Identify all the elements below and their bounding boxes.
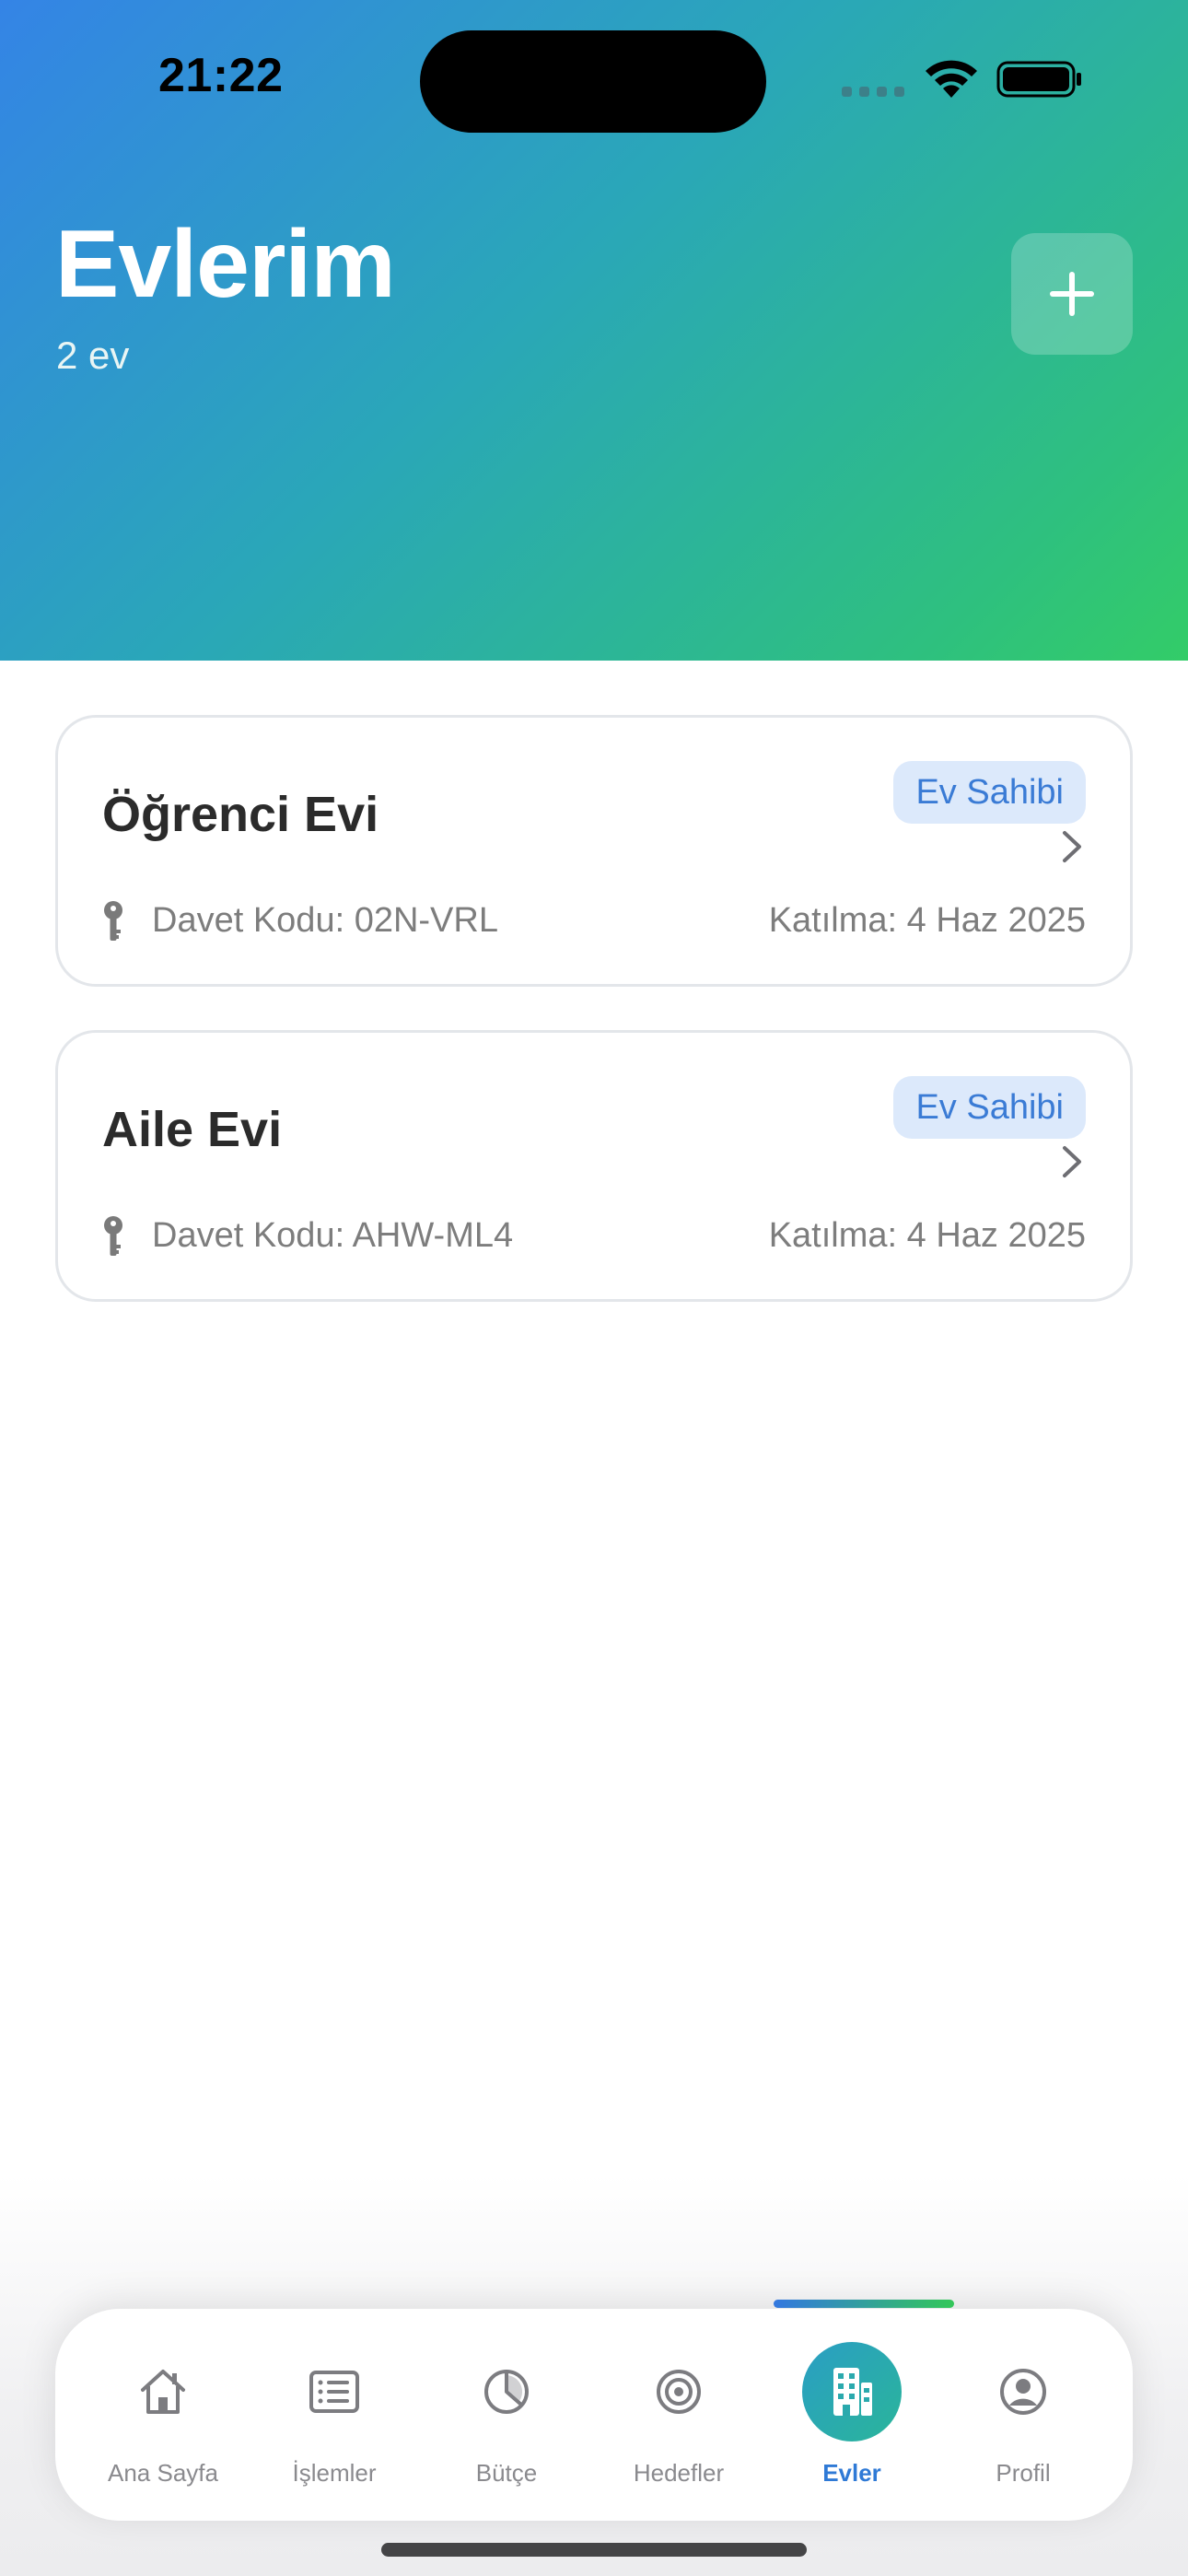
chevron-right-icon [1063, 1146, 1081, 1177]
page-title: Evlerim [55, 211, 396, 318]
tab-label: Bütçe [475, 2459, 538, 2487]
pie-chart-icon [484, 2370, 529, 2414]
tab-home[interactable]: Ana Sayfa [77, 2309, 249, 2521]
tab-budget[interactable]: Bütçe [421, 2309, 592, 2521]
dynamic-island [420, 30, 766, 133]
status-time: 21:22 [158, 49, 284, 102]
tab-goals[interactable]: Hedefler [593, 2309, 764, 2521]
houses-screen: 21:22 Evlerim 2 ev Öğrenci Evi Ev Sahibi [0, 0, 1188, 2576]
key-icon [104, 1216, 122, 1256]
plus-icon [1050, 272, 1094, 316]
battery-icon [996, 61, 1081, 98]
tab-profile[interactable]: Profil [938, 2309, 1109, 2521]
tab-label: İşlemler [292, 2459, 377, 2487]
tab-label: Evler [822, 2459, 881, 2487]
home-indicator [381, 2543, 807, 2557]
role-badge: Ev Sahibi [893, 761, 1086, 824]
invite-code: Davet Kodu: 02N-VRL [152, 901, 498, 940]
join-date: Katılma: 4 Haz 2025 [768, 901, 1086, 940]
house-name: Aile Evi [102, 1102, 283, 1157]
house-name: Öğrenci Evi [102, 787, 379, 842]
join-date: Katılma: 4 Haz 2025 [768, 1216, 1086, 1255]
tab-houses[interactable]: Evler [766, 2309, 938, 2521]
role-badge: Ev Sahibi [893, 1076, 1086, 1139]
profile-icon [1000, 2369, 1046, 2415]
chevron-right-icon [1063, 831, 1081, 862]
house-count: 2 ev [56, 334, 130, 377]
building-icon [833, 2368, 872, 2416]
key-icon [104, 901, 122, 941]
cellular-signal-icon [842, 87, 904, 98]
tab-label: Ana Sayfa [108, 2459, 218, 2487]
target-icon [657, 2370, 701, 2414]
house-card[interactable]: Öğrenci Evi Ev Sahibi Davet Kodu: 02N-VR… [55, 715, 1133, 987]
active-tab-indicator [774, 2300, 954, 2308]
invite-code: Davet Kodu: AHW-ML4 [152, 1216, 514, 1255]
tab-transactions[interactable]: İşlemler [249, 2309, 420, 2521]
house-icon [141, 2370, 185, 2414]
tab-label: Hedefler [633, 2459, 725, 2487]
wifi-icon [926, 60, 977, 98]
add-house-button[interactable] [1011, 233, 1133, 355]
tab-label: Profil [996, 2459, 1051, 2487]
house-card[interactable]: Aile Evi Ev Sahibi Davet Kodu: AHW-ML4 K… [55, 1030, 1133, 1302]
list-icon [309, 2371, 359, 2413]
